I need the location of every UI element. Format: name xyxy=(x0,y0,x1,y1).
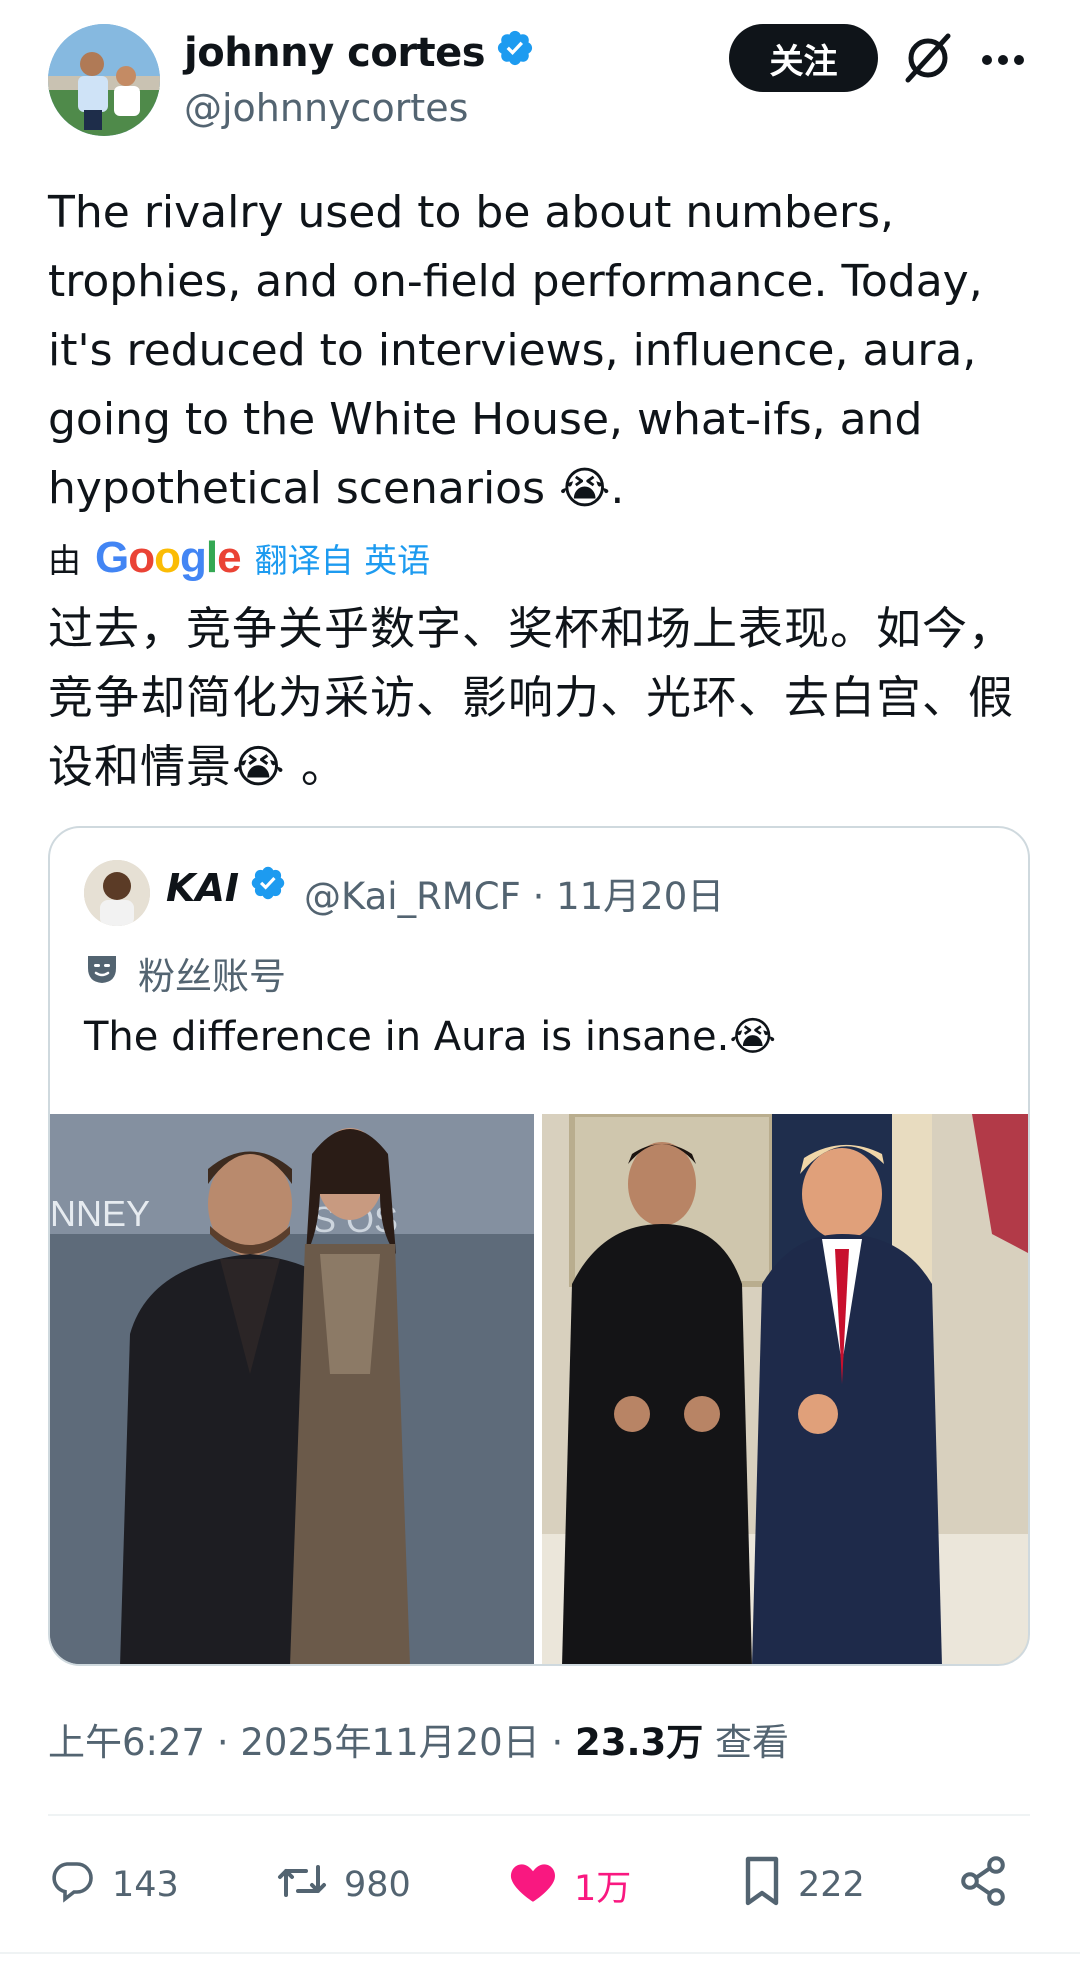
follow-button[interactable]: 关注 xyxy=(729,24,878,92)
bottom-divider xyxy=(0,1952,1080,1954)
reply-count: 143 xyxy=(112,1865,179,1905)
author-avatar[interactable] xyxy=(48,24,160,136)
translation-source-link[interactable]: 翻译自 英语 xyxy=(255,534,431,582)
quote-author-name-text: KAI xyxy=(166,865,239,910)
translated-text: 过去，竞争关乎数字、奖杯和场上表现。如今，竞争却简化为采访、影响力、光环、去白宫… xyxy=(48,602,1015,793)
author-name-text: johnny cortes xyxy=(184,30,486,76)
share-button[interactable] xyxy=(958,1844,1010,1926)
like-button[interactable]: 1万 xyxy=(508,1844,631,1926)
view-count: 23.3万 xyxy=(574,1721,704,1764)
like-count: 1万 xyxy=(574,1868,632,1909)
quote-handle-date[interactable]: @Kai_RMCF · 11月20日 xyxy=(304,866,724,920)
google-logo: Google xyxy=(95,533,242,582)
view-label: 查看 xyxy=(703,1721,790,1764)
svg-text:NNEY: NNEY xyxy=(50,1193,150,1234)
action-bar: 143 980 1万 222 xyxy=(48,1844,1030,1926)
translation-prefix: 由 xyxy=(48,541,81,580)
more-icon[interactable] xyxy=(980,52,1026,66)
quote-photo-left[interactable]: NNEY S OS xyxy=(50,1114,534,1664)
timestamp-text: 上午6:27 · 2025年11月20日 · xyxy=(48,1721,575,1764)
reply-button[interactable]: 143 xyxy=(48,1844,179,1926)
quote-author-avatar[interactable] xyxy=(84,860,150,926)
fan-account-text: 粉丝账号 xyxy=(138,955,286,998)
repost-count: 980 xyxy=(344,1865,411,1905)
tweet-timestamp: 上午6:27 · 2025年11月20日 · 23.3万 查看 xyxy=(48,1712,789,1766)
translation-attribution: 由 Google 翻译自 英语 xyxy=(48,532,430,584)
quote-author-name[interactable]: KAI xyxy=(166,864,287,911)
author-handle[interactable]: @johnnycortes xyxy=(184,86,468,130)
heart-icon xyxy=(508,1858,558,1913)
quoted-tweet-card[interactable]: KAI @Kai_RMCF · 11月20日 粉丝账号 The differen… xyxy=(48,826,1030,1666)
tweet-text: The rivalry used to be about numbers, tr… xyxy=(48,187,983,514)
bookmark-count: 222 xyxy=(798,1865,865,1905)
bookmark-button[interactable]: 222 xyxy=(742,1844,865,1926)
divider xyxy=(48,1814,1030,1816)
fan-account-label: 粉丝账号 xyxy=(84,946,286,1000)
quote-photo-right[interactable] xyxy=(542,1114,1028,1664)
grok-icon[interactable] xyxy=(900,30,956,86)
author-name[interactable]: johnny cortes xyxy=(184,28,535,78)
share-icon xyxy=(958,1855,1010,1916)
repost-icon xyxy=(276,1857,328,1914)
masks-icon xyxy=(84,952,120,995)
verified-badge-icon xyxy=(495,28,535,78)
repost-button[interactable]: 980 xyxy=(276,1844,411,1926)
quote-verified-badge-icon xyxy=(249,864,287,911)
bookmark-icon xyxy=(742,1855,782,1916)
reply-icon xyxy=(48,1857,96,1914)
quote-text: The difference in Aura is insane.😭 xyxy=(84,1014,777,1060)
